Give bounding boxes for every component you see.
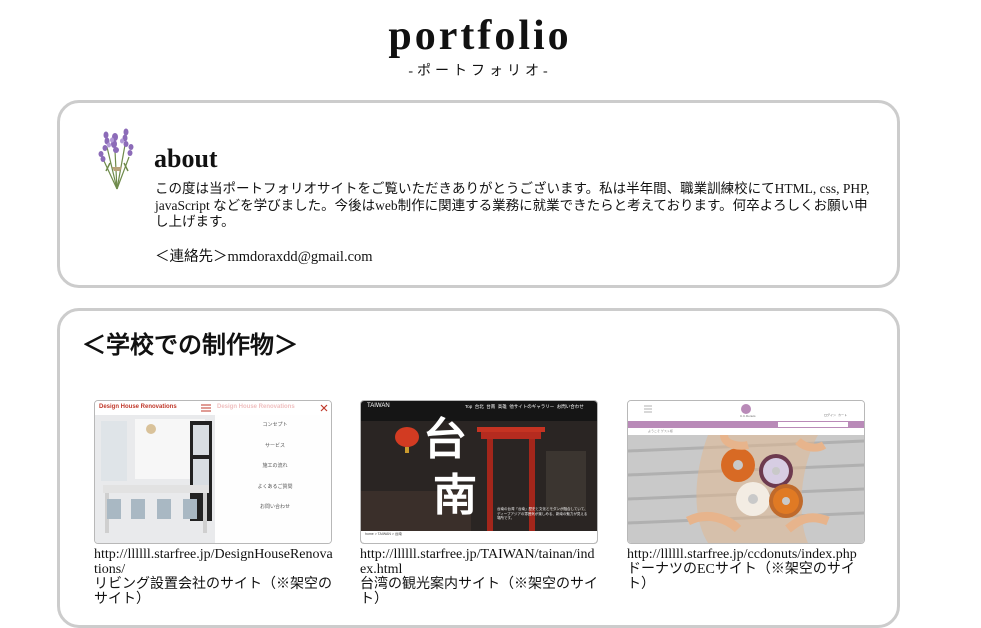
work-description: ドーナツのECサイト（※架空のサイト） bbox=[627, 562, 855, 592]
work-thumbnail-taiwan[interactable]: TAIWAN Top 台北 台南 高雄 他サイトのギャラリー お問い合わせ 台 … bbox=[360, 400, 598, 544]
thumb-logo-taiwan: TAIWAN bbox=[367, 403, 390, 409]
thumb-logo-ccdonuts: C.C.Donuts bbox=[740, 414, 756, 418]
lavender-icon bbox=[96, 127, 138, 191]
work-description: リビング設置会社のサイト（※架空のサイト） bbox=[94, 577, 332, 607]
thumb-logo-ghost: Design House Renovations bbox=[217, 404, 295, 410]
works-section: ＜学校での制作物＞ Design House Renovations Desig… bbox=[57, 308, 900, 628]
about-text: この度は当ポートフォリオサイトをご覧いただきありがとうございます。私は半年間、職… bbox=[155, 181, 870, 229]
about-section: about この度は当ポートフォリオサイトをご覧いただきありがとうございます。私… bbox=[57, 100, 900, 288]
work-url-link[interactable]: http://llllll.starfree.jp/TAIWAN/tainan/… bbox=[360, 547, 600, 577]
work-url-link[interactable]: http://llllll.starfree.jp/DesignHouseRen… bbox=[94, 547, 334, 577]
thumb-breadcrumb-taiwan: home > TAIWAN > 台南 bbox=[365, 532, 402, 536]
thumb-nav-taiwan: Top 台北 台南 高雄 他サイトのギャラリー お問い合わせ bbox=[465, 404, 584, 409]
work-card-design-house[interactable]: Design House Renovations Design House Re… bbox=[94, 400, 334, 607]
work-url-link[interactable]: http://llllll.starfree.jp/ccdonuts/index… bbox=[627, 547, 867, 562]
thumb-menu-item: 施工の流れ bbox=[262, 464, 288, 469]
page-title: portfolio bbox=[388, 13, 572, 59]
thumb-link-cart: カート bbox=[838, 413, 848, 417]
page-subtitle: -ポートフォリオ- bbox=[408, 64, 552, 79]
work-card-taiwan[interactable]: TAIWAN Top 台北 台南 高雄 他サイトのギャラリー お問い合わせ 台 … bbox=[360, 400, 600, 607]
thumb-menu-item: サービス bbox=[264, 443, 285, 449]
thumb-caption-taiwan: 台南の台湾「台南」歴史と文化とモダンが融合していて、ディープアジアの雰囲気が楽し… bbox=[497, 507, 588, 520]
thumb-hero-char-2: 南 bbox=[433, 471, 477, 520]
work-card-ccdonuts[interactable]: C.C.Donuts ログイン カート ようこそ ゲスト様 http://lll… bbox=[627, 400, 867, 592]
thumb-logo-design-house: Design House Renovations bbox=[99, 404, 177, 410]
work-thumbnail-ccdonuts[interactable]: C.C.Donuts ログイン カート ようこそ ゲスト様 bbox=[627, 400, 865, 544]
thumb-menu-item: お問い合わせ bbox=[259, 505, 290, 510]
contact-email: ＜連絡先＞mmdoraxdd@gmail.com bbox=[155, 249, 373, 265]
about-heading: about bbox=[154, 144, 218, 173]
works-heading: ＜学校での制作物＞ bbox=[82, 333, 298, 359]
thumb-breadcrumb-ccdonuts: ようこそ ゲスト様 bbox=[648, 429, 673, 433]
thumb-menu-item: よくあるご質問 bbox=[257, 484, 293, 490]
thumb-hero-char-1: 台 bbox=[423, 415, 467, 464]
work-description: 台湾の観光案内サイト（※架空のサイト） bbox=[360, 577, 598, 607]
thumb-link-login: ログイン bbox=[824, 413, 837, 417]
thumb-menu-item: コンセプト bbox=[262, 423, 288, 428]
work-thumbnail-design-house[interactable]: Design House Renovations Design House Re… bbox=[94, 400, 332, 544]
